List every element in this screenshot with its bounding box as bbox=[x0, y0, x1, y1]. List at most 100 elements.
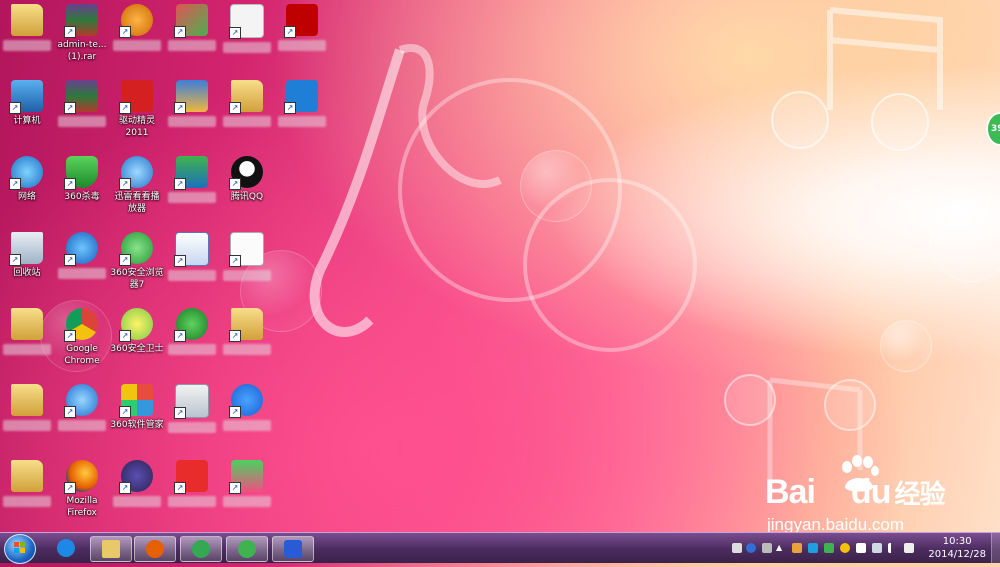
system-tray: ▲ bbox=[728, 533, 938, 563]
desktop-icon[interactable]: ↗ bbox=[220, 232, 274, 281]
desktop-icon[interactable]: ↗ bbox=[110, 4, 164, 51]
desktop-icon[interactable]: ↗ bbox=[55, 384, 109, 431]
volume-icon[interactable] bbox=[904, 543, 914, 553]
tray-up-arrow-icon[interactable]: ▲ bbox=[776, 543, 786, 553]
side-notification-badge[interactable]: 39 bbox=[986, 112, 1000, 146]
desktop-icon[interactable]: ↗ 计算机 bbox=[0, 80, 54, 127]
itunes-icon: ↗ bbox=[64, 384, 98, 418]
desktop-icon[interactable]: ↗ bbox=[55, 80, 109, 127]
360av-icon: ↗ bbox=[64, 156, 98, 190]
folder-icon bbox=[11, 460, 43, 492]
shortcut-arrow-icon: ↗ bbox=[174, 178, 186, 190]
user-icon[interactable] bbox=[792, 543, 802, 553]
redacted-label bbox=[3, 40, 51, 51]
desktop-icon[interactable]: ↗ 360杀毒 bbox=[55, 156, 109, 203]
desktop-icon[interactable]: ↗ bbox=[165, 4, 219, 51]
desktop-icon[interactable]: ↗ bbox=[220, 384, 274, 431]
shortcut-arrow-icon: ↗ bbox=[174, 407, 186, 419]
desktop-icon[interactable]: ↗ Mozilla Firefox bbox=[55, 460, 109, 519]
shortcut-arrow-icon: ↗ bbox=[64, 26, 76, 38]
clock[interactable]: 10:30 2014/12/28 bbox=[928, 535, 986, 561]
desktop-icon[interactable]: ↗ bbox=[110, 460, 164, 507]
desktop-icon-label: 360安全卫士 bbox=[110, 344, 164, 354]
visio-icon: ↗ bbox=[174, 232, 209, 267]
network-signal-icon[interactable] bbox=[888, 543, 898, 553]
taskbar-firefox-button[interactable] bbox=[134, 536, 176, 562]
flag-icon[interactable] bbox=[856, 543, 866, 553]
redacted-label bbox=[3, 496, 51, 507]
desktop-icon[interactable]: ↗ bbox=[55, 232, 109, 279]
app-blue-icon: ↗ bbox=[174, 80, 208, 114]
shortcut-arrow-icon: ↗ bbox=[119, 178, 131, 190]
redacted-label bbox=[58, 116, 106, 127]
taskbar-360browser-button[interactable] bbox=[226, 536, 268, 562]
xunlei-icon: ↗ bbox=[119, 156, 153, 190]
desktop-icon-label: Google Chrome bbox=[64, 344, 100, 366]
desktop-icon[interactable]: ↗ 网络 bbox=[0, 156, 54, 203]
windows-logo-icon bbox=[14, 542, 25, 553]
desktop-icon[interactable]: ↗ bbox=[165, 308, 219, 355]
shortcut-arrow-icon: ↗ bbox=[119, 254, 131, 266]
desktop-icon-label: admin-te... (1).rar bbox=[57, 40, 107, 62]
desktop-icon[interactable]: ↗ bbox=[275, 80, 329, 127]
desktop-icon[interactable]: ↗ 迅雷看看播 放器 bbox=[110, 156, 164, 215]
watermark-brand: Bai bbox=[765, 473, 816, 511]
desktop-icon[interactable]: ↗ 驱动精灵 2011 bbox=[110, 80, 164, 139]
desktop-icon[interactable]: ↗ 360软件管家 bbox=[110, 384, 164, 431]
desktop-icon[interactable]: ↗ 360安全卫士 bbox=[110, 308, 164, 355]
shortcut-arrow-icon: ↗ bbox=[174, 482, 186, 494]
redacted-label bbox=[3, 344, 51, 355]
watermark-brand-du: du bbox=[850, 473, 892, 511]
desktop-icon[interactable]: ↗ bbox=[165, 156, 219, 203]
desktop-icon[interactable]: ↗ admin-te... (1).rar bbox=[55, 4, 109, 63]
shortcut-arrow-icon: ↗ bbox=[64, 102, 76, 114]
shortcut-arrow-icon: ↗ bbox=[64, 178, 76, 190]
desktop-icon[interactable]: ↗ 腾讯QQ bbox=[220, 156, 274, 203]
desktop-icon[interactable] bbox=[0, 308, 54, 355]
tray-app-icon[interactable] bbox=[808, 543, 818, 553]
desktop-icon[interactable]: ↗ bbox=[165, 80, 219, 127]
app-leaf-icon: ↗ bbox=[174, 308, 208, 342]
desktop-icon[interactable]: ↗ Google Chrome bbox=[55, 308, 109, 367]
desktop-icon[interactable]: ↗ bbox=[275, 4, 329, 51]
shortcut-arrow-icon: ↗ bbox=[119, 482, 131, 494]
shield-icon[interactable] bbox=[824, 543, 834, 553]
shortcut-arrow-icon: ↗ bbox=[64, 482, 76, 494]
show-desktop-button[interactable] bbox=[991, 533, 1000, 563]
360browser-icon bbox=[238, 540, 256, 558]
shortcut-arrow-icon: ↗ bbox=[64, 254, 76, 266]
desktop-icon[interactable] bbox=[0, 4, 54, 51]
desktop-icon[interactable]: ↗ bbox=[220, 4, 274, 53]
keyboard-icon[interactable] bbox=[732, 543, 742, 553]
taskbar-ie-button[interactable] bbox=[46, 536, 86, 560]
desktop-icon-label: 迅雷看看播 放器 bbox=[114, 192, 160, 214]
firefox-icon bbox=[146, 540, 164, 558]
desktop-icon[interactable] bbox=[0, 384, 54, 431]
redacted-label bbox=[113, 496, 161, 507]
desktop-icon[interactable]: ↗ bbox=[220, 308, 274, 355]
shortcut-arrow-icon: ↗ bbox=[174, 26, 186, 38]
taskbar-explorer-button[interactable] bbox=[90, 536, 132, 562]
settings-icon: ↗ bbox=[174, 384, 209, 419]
usb-icon[interactable] bbox=[762, 543, 772, 553]
eclipse-icon: ↗ bbox=[119, 460, 153, 494]
shortcut-arrow-icon: ↗ bbox=[119, 102, 131, 114]
360-tray-icon[interactable] bbox=[840, 543, 850, 553]
pc-icon[interactable] bbox=[872, 543, 882, 553]
desktop-icon[interactable]: ↗ bbox=[165, 384, 219, 433]
desktop-icon[interactable]: ↗ 360安全浏览 器7 bbox=[110, 232, 164, 291]
taskbar-baidu-button[interactable] bbox=[272, 536, 314, 562]
firefox-icon: ↗ bbox=[64, 460, 98, 494]
desktop-icon[interactable]: ↗ 回收站 bbox=[0, 232, 54, 279]
desktop-icon[interactable]: ↗ bbox=[165, 232, 219, 281]
shortcut-arrow-icon: ↗ bbox=[174, 255, 186, 267]
redacted-label bbox=[168, 496, 216, 507]
taskbar-chrome-button[interactable] bbox=[180, 536, 222, 562]
desktop-icon[interactable]: ↗ bbox=[220, 460, 274, 507]
desktop-icon[interactable]: ↗ bbox=[165, 460, 219, 507]
desktop-icon[interactable]: ↗ bbox=[220, 80, 274, 127]
desktop-icon[interactable] bbox=[0, 460, 54, 507]
clock-time: 10:30 bbox=[942, 536, 972, 547]
start-button[interactable] bbox=[4, 534, 36, 564]
help-icon[interactable] bbox=[746, 543, 756, 553]
